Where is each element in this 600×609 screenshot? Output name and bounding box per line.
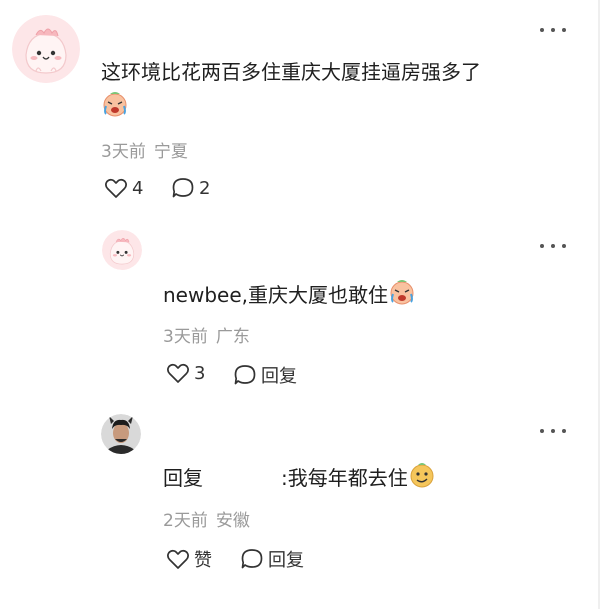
comment-text: newbee,重庆大厦也敢住 xyxy=(163,278,416,313)
comment-meta: 3天前 广东 xyxy=(163,322,250,347)
comment-meta: 2天前 安徽 xyxy=(163,506,250,531)
comment-text: 回复:我每年都去住 xyxy=(163,461,436,496)
like-button[interactable]: 4 xyxy=(104,177,143,199)
more-options-icon[interactable] xyxy=(540,236,566,256)
reply-label: 回复 xyxy=(261,366,297,387)
comment-meta: 3天前 宁夏 xyxy=(101,137,188,162)
reply-count: 2 xyxy=(199,177,211,199)
comment-time: 3天前 xyxy=(101,142,146,162)
comment-bubble-icon xyxy=(172,178,194,198)
heart-icon xyxy=(167,363,189,383)
commenter-avatar[interactable] xyxy=(101,414,141,454)
reply-prefix: 回复 xyxy=(163,466,203,490)
reply-label: 回复 xyxy=(268,550,304,571)
reply-button[interactable]: 2 xyxy=(171,177,210,199)
like-label: 赞 xyxy=(194,550,212,571)
comment-location: 宁夏 xyxy=(153,142,188,162)
reply-button[interactable]: 回复 xyxy=(240,546,304,572)
crying-laughing-emoji xyxy=(101,90,131,118)
more-options-icon[interactable] xyxy=(540,20,566,40)
comment-location: 广东 xyxy=(215,327,250,347)
more-options-icon[interactable] xyxy=(540,421,566,441)
comment-time: 3天前 xyxy=(163,327,208,347)
heart-icon xyxy=(105,178,127,198)
like-count: 4 xyxy=(132,177,144,199)
like-button[interactable]: 赞 xyxy=(166,546,212,572)
comment-location: 安徽 xyxy=(215,511,250,531)
crying-laughing-emoji xyxy=(388,278,416,313)
comment-bubble-icon xyxy=(234,365,256,385)
like-count: 3 xyxy=(194,362,206,384)
like-button[interactable]: 3 xyxy=(166,362,205,384)
comment-bubble-icon xyxy=(241,549,263,569)
comment-time: 2天前 xyxy=(163,511,208,531)
comment-text: 这环境比花两百多住重庆大厦挂逼房强多了 xyxy=(101,60,481,84)
heart-icon xyxy=(167,549,189,569)
commenter-avatar[interactable] xyxy=(12,15,80,83)
commenter-avatar[interactable] xyxy=(102,230,142,270)
reply-button[interactable]: 回复 xyxy=(233,362,297,388)
smug-face-emoji xyxy=(408,461,436,496)
